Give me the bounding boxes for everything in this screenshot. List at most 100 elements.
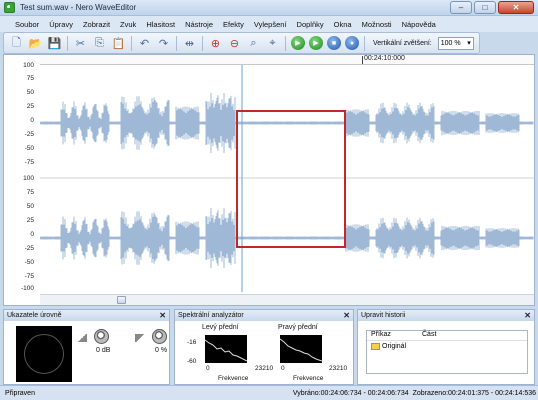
level-meter — [16, 326, 72, 382]
menu-okna[interactable]: Okna — [329, 20, 357, 29]
stop-icon[interactable]: ■ — [327, 36, 341, 50]
title-bar: Test sum.wav - Nero WaveEditor – □ ✕ — [0, 0, 538, 16]
menu-moznosti[interactable]: Možnosti — [357, 20, 397, 29]
separator — [364, 35, 365, 51]
volume-knob[interactable] — [94, 329, 109, 344]
timeline-tick — [362, 56, 363, 64]
spectrum-right-title: Pravý přední — [278, 324, 318, 331]
close-icon[interactable]: ✕ — [343, 311, 350, 320]
app-icon — [4, 2, 15, 13]
spectrum-y-top: -16 — [187, 339, 197, 346]
history-table-header: Příkaz Část — [367, 331, 527, 341]
y-label: -50 — [24, 145, 34, 152]
spectrum-panel-header: Spektrální analyzátor ✕ — [175, 310, 353, 321]
y-label: -50 — [24, 259, 34, 266]
y-label: 50 — [26, 89, 34, 96]
waveform-left-channel — [39, 92, 534, 154]
menu-hlasitost[interactable]: Hlasitost — [141, 20, 180, 29]
zoom-selection-icon[interactable]: ⌕ — [245, 35, 262, 52]
close-icon[interactable]: ✕ — [524, 311, 531, 320]
fit-icon[interactable]: ⇹ — [181, 35, 198, 52]
cut-icon[interactable]: ✂ — [72, 35, 89, 52]
timeline-ruler[interactable]: 00:24:10:000 — [40, 55, 534, 65]
pan-ramp-icon — [135, 334, 145, 342]
y-label: 100 — [23, 175, 34, 182]
copy-icon[interactable]: ⎘ — [91, 35, 108, 52]
menu-napoveda[interactable]: Nápověda — [397, 20, 441, 29]
zoom-value: 100 % — [440, 39, 461, 47]
zoom-all-icon[interactable]: ⌖ — [264, 35, 281, 52]
zoom-in-icon[interactable]: ⊕ — [207, 35, 224, 52]
status-displayed: Zobrazeno:00:24:01:375 - 00:24:14:536 — [412, 389, 536, 397]
zoom-out-icon[interactable]: ⊖ — [226, 35, 243, 52]
y-label: 75 — [26, 189, 34, 196]
status-selected: Vybráno:00:24:06:734 - 00:24:06:734 — [292, 389, 409, 397]
history-col-part[interactable]: Část — [422, 331, 436, 340]
spectrum-left-curve — [204, 339, 248, 362]
folder-icon — [371, 343, 380, 350]
y-label: -75 — [24, 159, 34, 166]
close-icon[interactable]: ✕ — [159, 311, 166, 320]
spectrum-left-x-max: 23210 — [255, 365, 274, 372]
redo-icon[interactable]: ↷ — [155, 35, 172, 52]
paste-icon[interactable]: 📋 — [110, 35, 127, 52]
y-label: 100 — [23, 62, 34, 69]
scrollbar-thumb[interactable] — [117, 296, 126, 304]
history-row[interactable]: Originál — [367, 343, 527, 350]
timeline-label: 00:24:10:000 — [364, 55, 405, 62]
undo-icon[interactable]: ↶ — [136, 35, 153, 52]
volume-label: 0 dB — [96, 347, 111, 354]
y-label: 75 — [26, 75, 34, 82]
menu-zobrazit[interactable]: Zobrazit — [78, 20, 115, 29]
menu-vylepseni[interactable]: Vylepšení — [249, 20, 292, 29]
y-label: -100 — [20, 285, 34, 292]
save-icon[interactable]: 💾 — [46, 35, 63, 52]
waveform-graphic — [39, 65, 534, 292]
waveform-area[interactable] — [39, 65, 534, 292]
spectrum-right-graph — [279, 335, 323, 363]
meter-circle — [24, 334, 64, 374]
history-panel-title: Upravit historii — [361, 312, 406, 319]
horizontal-scrollbar[interactable] — [40, 294, 534, 305]
toolbar: 🗋 📂 💾 ✂ ⎘ 📋 ↶ ↷ ⇹ ⊕ ⊖ ⌕ ⌖ ▶ ▶ ■ ● Vertik… — [3, 32, 480, 54]
pan-knob[interactable] — [152, 329, 167, 344]
history-panel-header: Upravit historii ✕ — [358, 310, 534, 321]
new-file-icon[interactable]: 🗋 — [8, 35, 25, 52]
spectrum-right-x-label: Frekvence — [293, 375, 324, 382]
y-axis: 100 75 50 25 0 -25 -50 -75 100 75 50 25 … — [4, 62, 40, 292]
pan-label: 0 % — [155, 347, 168, 354]
close-button[interactable]: ✕ — [498, 1, 534, 14]
menu-zvuk[interactable]: Zvuk — [115, 20, 141, 29]
spectrum-y-bottom: -60 — [187, 358, 197, 365]
spectrum-panel: Spektrální analyzátor ✕ Levý přední Prav… — [174, 309, 354, 385]
y-label: -25 — [24, 131, 34, 138]
menu-upravy[interactable]: Úpravy — [44, 20, 78, 29]
play-loop-icon[interactable]: ▶ — [309, 36, 323, 50]
history-panel: Upravit historii ✕ Příkaz Část Originál — [357, 309, 535, 385]
y-label: -75 — [24, 273, 34, 280]
history-row-label: Originál — [382, 343, 407, 350]
maximize-button[interactable]: □ — [474, 1, 496, 14]
spectrum-left-x-label: Frekvence — [218, 375, 249, 382]
menu-soubor[interactable]: Soubor — [10, 20, 44, 29]
separator — [131, 35, 132, 51]
spectrum-left-graph — [204, 335, 248, 363]
waveform-right-channel — [39, 207, 534, 269]
record-icon[interactable]: ● — [345, 36, 359, 50]
y-label: -25 — [24, 245, 34, 252]
history-table[interactable]: Příkaz Část Originál — [366, 330, 528, 374]
open-folder-icon[interactable]: 📂 — [27, 35, 44, 52]
history-col-command[interactable]: Příkaz — [367, 331, 422, 340]
separator — [67, 35, 68, 51]
separator — [176, 35, 177, 51]
y-label: 50 — [26, 203, 34, 210]
play-icon[interactable]: ▶ — [291, 36, 305, 50]
menu-doplnky[interactable]: Doplňky — [292, 20, 329, 29]
minimize-button[interactable]: – — [450, 1, 472, 14]
spectrum-right-x-max: 23210 — [329, 365, 348, 372]
waveform-editor[interactable]: 00:24:10:000 100 75 50 25 0 -25 -50 -75 … — [3, 54, 535, 306]
levels-panel-header: Ukazatele úrovně ✕ — [4, 310, 169, 321]
menu-efekty[interactable]: Efekty — [218, 20, 249, 29]
menu-nastroje[interactable]: Nástroje — [180, 20, 218, 29]
zoom-select[interactable]: 100 % ▾ — [437, 36, 474, 50]
